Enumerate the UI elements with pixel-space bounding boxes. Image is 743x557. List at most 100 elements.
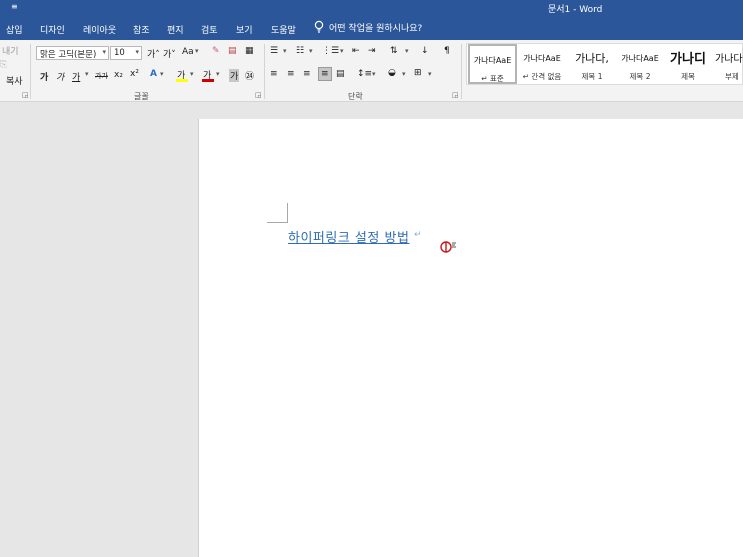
decrease-indent-icon[interactable]: ⇤ (352, 46, 360, 56)
underline-button[interactable]: 가 (72, 70, 80, 83)
bold-button[interactable]: 가 (40, 70, 48, 83)
paragraph-group-label: 단락 (348, 92, 363, 101)
margin-corner-mark (267, 222, 287, 223)
font-launcher-icon[interactable]: ◲ (255, 91, 262, 99)
chevron-down-icon[interactable]: ▾ (402, 70, 406, 78)
chevron-down-icon[interactable]: ▾ (216, 70, 220, 78)
window-title: 문서1 - Word (548, 5, 603, 15)
change-case-button[interactable]: Aa (182, 47, 194, 57)
character-shading-button[interactable]: 가 (229, 69, 240, 82)
tab-review[interactable]: 검토 (201, 23, 218, 36)
style-heading-2[interactable]: 가나다AaE 제목 2 (615, 44, 665, 84)
clipboard-launcher-icon[interactable]: ◲ (22, 91, 29, 99)
tab-design[interactable]: 디자인 (40, 23, 65, 36)
chevron-down-icon[interactable]: ▾ (85, 70, 89, 78)
show-marks-icon[interactable]: ¶ (444, 46, 450, 56)
tab-references[interactable]: 참조 (133, 23, 150, 36)
tab-view[interactable]: 보기 (236, 23, 253, 36)
style-normal[interactable]: 가나다AaE ↵ 표준 (468, 44, 517, 84)
sort-icon[interactable]: ↓ (421, 46, 429, 56)
style-title[interactable]: 가나디 제목 (663, 44, 713, 84)
style-no-spacing[interactable]: 가나다AaE ↵ 간격 없음 (517, 44, 567, 84)
shrink-font-button[interactable]: 가˅ (163, 47, 176, 60)
copy-icon[interactable]: ⎘ (0, 60, 7, 70)
document-workspace: 하이퍼링크 설정 방법 ↵ (0, 102, 743, 557)
highlight-color-bar (176, 79, 188, 82)
ribbon-tabs: 삽입 디자인 레이아웃 참조 편지 검토 보기 도움말 어떤 작업을 원하시나요… (0, 16, 743, 40)
clear-formatting-icon[interactable]: ✎ (212, 46, 220, 56)
paragraph-launcher-icon[interactable]: ◲ (452, 91, 459, 99)
numbering-icon[interactable]: ☷ (296, 46, 304, 56)
style-preview: 가나디 (670, 52, 706, 67)
distribute-icon[interactable]: ▤ (336, 69, 345, 79)
style-preview: 가나다AaE (621, 54, 659, 63)
paragraph-mark: ↵ (414, 230, 422, 240)
style-name: ↵ 표준 (481, 74, 504, 83)
margin-corner-mark (287, 203, 288, 223)
chevron-down-icon[interactable]: ▾ (428, 70, 432, 78)
tab-help[interactable]: 도움말 (271, 23, 296, 36)
chevron-down-icon[interactable]: ▾ (372, 70, 376, 78)
divider (264, 44, 265, 99)
character-border-icon[interactable]: ▦ (245, 46, 254, 56)
chevron-down-icon[interactable]: ▾ (283, 47, 287, 55)
italic-button[interactable]: 가 (56, 70, 64, 83)
style-name: 제목 2 (629, 72, 651, 81)
tab-mailings[interactable]: 편지 (167, 23, 184, 36)
tab-insert[interactable]: 삽입 (6, 23, 23, 36)
tab-layout[interactable]: 레이아웃 (83, 23, 116, 36)
chevron-down-icon[interactable]: ▾ (405, 47, 409, 55)
chevron-down-icon: ▾ (102, 48, 106, 56)
lightbulb-icon (314, 20, 324, 33)
style-preview: 가나다 (715, 54, 743, 65)
chevron-down-icon[interactable]: ▾ (309, 47, 313, 55)
tell-me-box[interactable]: 어떤 작업을 원하시나요? (314, 20, 422, 34)
chevron-down-icon[interactable]: ▾ (160, 70, 164, 78)
text-effects-icon[interactable]: A (150, 69, 157, 79)
styles-gallery: 가나다AaE ↵ 표준 가나다AaE ↵ 간격 없음 가나다, 제목 1 가나다… (466, 43, 743, 85)
bullets-icon[interactable]: ☰ (270, 46, 278, 56)
chevron-down-icon[interactable]: ▾ (195, 47, 199, 55)
chevron-down-icon[interactable]: ▾ (340, 47, 344, 55)
style-name: ↵ 간격 없음 (522, 72, 562, 81)
enclose-characters-button[interactable]: ㉔ (245, 69, 254, 82)
tell-me-label: 어떤 작업을 원하시나요? (329, 23, 423, 34)
chevron-down-icon[interactable]: ▾ (190, 70, 194, 78)
borders-icon[interactable]: ⊞ (414, 68, 422, 78)
document-page[interactable]: 하이퍼링크 설정 방법 ↵ (198, 119, 743, 557)
increase-indent-icon[interactable]: ⇥ (368, 46, 376, 56)
style-preview: 가나다, (575, 52, 609, 65)
ribbon: 내기 ⎘ 복사 ◲ 맑은 고딕(본문) ▾ 10 ▾ 가˄ 가˅ Aa ▾ ✎ … (0, 40, 743, 102)
line-spacing-icon[interactable]: ↕≡ (357, 69, 372, 79)
font-size-select[interactable]: 10 ▾ (110, 46, 142, 60)
title-bar: ≡ 문서1 - Word (0, 0, 743, 16)
style-preview: 가나다AaE (473, 56, 512, 65)
style-heading-1[interactable]: 가나다, 제목 1 (567, 44, 617, 84)
shading-icon[interactable]: ◒ (388, 68, 396, 78)
chevron-down-icon: ▾ (135, 48, 139, 56)
align-left-icon[interactable]: ≡ (270, 69, 278, 79)
subscript-button[interactable]: x₂ (114, 70, 123, 80)
copy-button[interactable]: 복사 (6, 74, 23, 87)
quick-access-menu-icon[interactable]: ≡ (11, 2, 18, 11)
font-group-label: 글꼴 (134, 92, 149, 101)
superscript-button[interactable]: x² (130, 69, 139, 79)
hyperlink-text[interactable]: 하이퍼링크 설정 방법 (288, 227, 409, 246)
font-family-value: 맑은 고딕(본문) (40, 50, 97, 60)
distributed-icon[interactable]: ⇅ (390, 46, 398, 56)
font-family-select[interactable]: 맑은 고딕(본문) ▾ (36, 46, 109, 60)
click-and-type-cursor-icon (440, 241, 456, 253)
align-right-icon[interactable]: ≡ (303, 69, 311, 79)
strikethrough-button[interactable]: 가가 (95, 71, 108, 81)
justify-icon[interactable]: ≡ (318, 67, 332, 81)
grow-font-button[interactable]: 가˄ (147, 47, 160, 60)
style-subtitle[interactable]: 가나다 부제 (711, 44, 743, 84)
style-preview: 가나다AaE (523, 54, 561, 63)
cut-button[interactable]: 내기 (2, 44, 19, 57)
phonetic-guide-icon[interactable]: ▤ (228, 46, 237, 56)
style-name: 제목 (681, 72, 695, 81)
align-center-icon[interactable]: ≡ (287, 69, 295, 79)
multilevel-list-icon[interactable]: ⋮☰ (322, 46, 339, 56)
style-name: 제목 1 (581, 72, 603, 81)
style-name: 부제 (725, 72, 739, 81)
